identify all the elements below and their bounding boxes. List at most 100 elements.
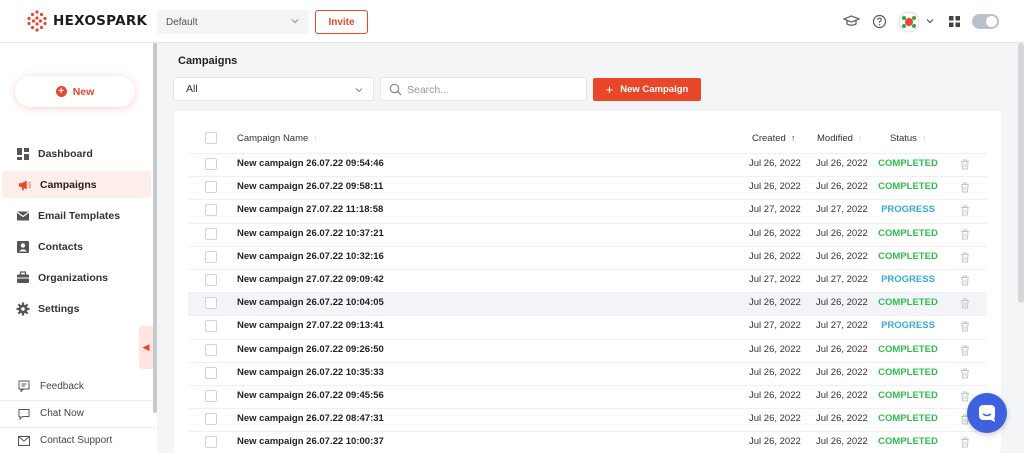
- delete-trash-icon[interactable]: [960, 159, 970, 170]
- campaign-name[interactable]: New campaign 26.07.22 09:26:50: [237, 344, 384, 355]
- row-checkbox[interactable]: [205, 366, 217, 379]
- status-badge: COMPLETED: [878, 413, 938, 425]
- row-checkbox[interactable]: [205, 320, 217, 333]
- search-box[interactable]: [380, 77, 587, 101]
- theme-toggle[interactable]: [972, 14, 999, 29]
- row-checkbox[interactable]: [205, 343, 217, 356]
- row-checkbox[interactable]: [205, 390, 217, 402]
- sidebar-footer-contact-support[interactable]: Contact Support: [0, 427, 155, 453]
- chevron-down-icon[interactable]: [925, 16, 935, 26]
- delete-trash-icon[interactable]: [960, 275, 970, 286]
- row-checkbox[interactable]: [205, 250, 217, 263]
- sidebar-scrollbar[interactable]: [153, 43, 157, 413]
- delete-trash-icon[interactable]: [960, 345, 970, 356]
- graduation-cap-icon[interactable]: [843, 14, 860, 29]
- campaign-name[interactable]: New campaign 26.07.22 10:32:16: [237, 251, 384, 262]
- intercom-chat-button[interactable]: [967, 393, 1007, 433]
- campaign-name[interactable]: New campaign 26.07.22 09:58:11: [237, 181, 383, 192]
- status-badge: COMPLETED: [878, 436, 938, 448]
- help-icon[interactable]: [872, 14, 887, 29]
- campaign-name[interactable]: New campaign 26.07.22 09:45:56: [237, 390, 384, 401]
- logo[interactable]: HEXOSPARK: [25, 9, 147, 33]
- new-button[interactable]: + New: [15, 76, 135, 107]
- avatar[interactable]: [898, 11, 920, 33]
- row-checkbox[interactable]: [205, 436, 217, 449]
- status-badge: COMPLETED: [878, 390, 938, 401]
- sidebar-item-label: Organizations: [38, 271, 109, 284]
- footer-label: Contact Support: [40, 435, 113, 446]
- plus-icon: +: [605, 82, 614, 97]
- new-button-label: New: [72, 85, 95, 98]
- invite-button[interactable]: Invite: [315, 10, 368, 34]
- sidebar-footer-feedback[interactable]: Feedback: [0, 373, 155, 399]
- modified-date: Jul 26, 2022: [816, 250, 868, 262]
- delete-trash-icon[interactable]: [960, 229, 970, 240]
- status-badge: COMPLETED: [878, 158, 938, 169]
- delete-trash-icon[interactable]: [960, 321, 970, 332]
- delete-trash-icon[interactable]: [960, 368, 970, 379]
- chevron-down-icon: [291, 19, 299, 24]
- row-checkbox[interactable]: [205, 204, 217, 217]
- sidebar-item-email-templates[interactable]: Email Templates: [0, 202, 149, 229]
- campaign-name[interactable]: New campaign 26.07.22 08:47:31: [237, 413, 384, 424]
- delete-trash-icon[interactable]: [960, 182, 970, 193]
- collapse-sidebar-button[interactable]: ◀: [139, 326, 153, 369]
- row-checkbox[interactable]: [205, 158, 217, 170]
- sidebar-item-label: Contacts: [38, 240, 83, 253]
- sidebar-footer-chat-now[interactable]: Chat Now: [0, 400, 155, 426]
- top-bar: HEXOSPARK Default Invite: [0, 0, 1024, 43]
- column-header-created[interactable]: Created ↑: [752, 133, 795, 144]
- delete-trash-icon[interactable]: [960, 205, 970, 216]
- sidebar-item-contacts[interactable]: Contacts: [0, 233, 149, 260]
- delete-trash-icon[interactable]: [960, 391, 970, 402]
- row-checkbox[interactable]: [205, 274, 217, 286]
- campaign-name[interactable]: New campaign 26.07.22 09:54:46: [237, 158, 384, 169]
- modified-date: Jul 26, 2022: [816, 390, 868, 401]
- row-checkbox[interactable]: [205, 227, 217, 240]
- sidebar-item-campaigns[interactable]: Campaigns: [2, 171, 151, 198]
- row-checkbox[interactable]: [205, 297, 217, 310]
- row-checkbox[interactable]: [205, 181, 217, 194]
- select-all-checkbox[interactable]: [205, 132, 217, 144]
- column-header-modified[interactable]: Modified ↑: [817, 133, 862, 144]
- created-date: Jul 26, 2022: [749, 250, 801, 262]
- column-header-status[interactable]: Status ↑: [890, 133, 926, 144]
- delete-trash-icon[interactable]: [960, 298, 970, 309]
- workspace-select[interactable]: Default: [157, 10, 309, 34]
- campaign-filter-select[interactable]: All: [173, 77, 374, 101]
- workspace-value: Default: [166, 16, 198, 28]
- created-date: Jul 26, 2022: [749, 227, 801, 239]
- modified-date: Jul 26, 2022: [816, 436, 868, 448]
- campaign-name[interactable]: New campaign 27.07.22 09:13:41: [237, 320, 384, 331]
- search-input[interactable]: [407, 81, 577, 98]
- megaphone-icon: [18, 178, 32, 192]
- page-scrollbar[interactable]: [1018, 43, 1024, 303]
- sidebar-item-dashboard[interactable]: Dashboard: [0, 140, 149, 167]
- sidebar-item-organizations[interactable]: Organizations: [0, 264, 149, 291]
- delete-trash-icon[interactable]: [960, 252, 970, 263]
- plus-icon: +: [55, 86, 67, 97]
- campaign-name[interactable]: New campaign 27.07.22 09:09:42: [237, 274, 384, 285]
- chat-icon: [979, 405, 995, 422]
- campaign-name[interactable]: New campaign 26.07.22 10:04:05: [237, 297, 384, 308]
- campaign-name[interactable]: New campaign 26.07.22 10:37:21: [237, 228, 384, 239]
- campaign-name[interactable]: New campaign 27.07.22 11:18:58: [237, 204, 383, 215]
- modified-date: Jul 27, 2022: [816, 274, 868, 285]
- filter-value: All: [186, 83, 198, 95]
- delete-trash-icon[interactable]: [960, 437, 970, 448]
- column-header-name[interactable]: Campaign Name ↑: [237, 133, 318, 144]
- column-header-label: Status: [890, 133, 917, 144]
- mail-icon: [18, 435, 30, 447]
- campaign-name[interactable]: New campaign 26.07.22 10:00:37: [237, 436, 384, 447]
- status-badge: COMPLETED: [878, 343, 938, 355]
- apps-grid-icon[interactable]: [948, 15, 961, 28]
- new-campaign-button[interactable]: + New Campaign: [593, 78, 701, 101]
- modified-date: Jul 26, 2022: [816, 366, 868, 378]
- row-checkbox[interactable]: [205, 413, 217, 426]
- dashboard-icon: [16, 147, 30, 161]
- status-badge: PROGRESS: [881, 274, 935, 285]
- created-date: Jul 26, 2022: [749, 343, 801, 355]
- campaign-name[interactable]: New campaign 26.07.22 10:35:33: [237, 367, 384, 378]
- sidebar-item-settings[interactable]: Settings: [0, 295, 149, 322]
- hexospark-logo-icon: [27, 10, 47, 32]
